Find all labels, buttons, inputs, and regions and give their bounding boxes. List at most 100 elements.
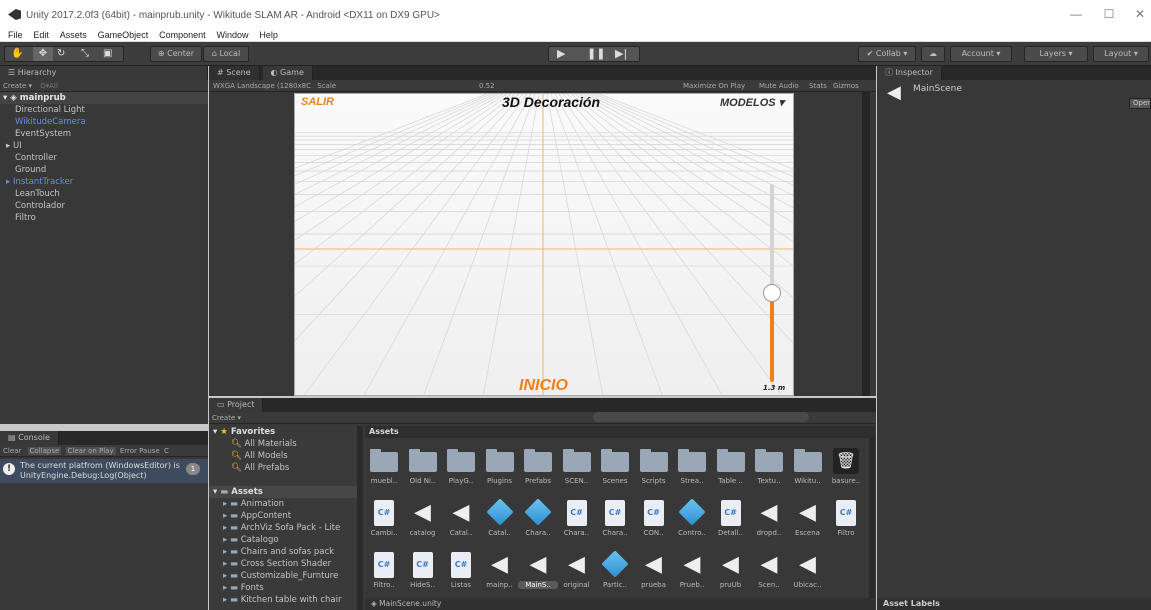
menu-component[interactable]: Component xyxy=(159,28,206,42)
rotate-tool-icon[interactable]: ↻ xyxy=(57,47,65,61)
scene-root[interactable]: ▾ ◈ mainprub xyxy=(0,92,208,104)
asset-label[interactable]: Plugins xyxy=(480,477,520,485)
asset-label[interactable]: mainp.. xyxy=(480,581,520,589)
game-scrollbar[interactable] xyxy=(862,92,870,396)
asset-label[interactable]: MainS.. xyxy=(518,581,558,589)
asset-label[interactable]: Old Ni.. xyxy=(403,477,443,485)
script-file-icon[interactable]: C# xyxy=(374,500,394,526)
script-file-icon[interactable]: C# xyxy=(451,552,471,578)
hierarchy-item[interactable]: Controlador xyxy=(0,200,208,212)
hierarchy-search-input[interactable]: Q▾All xyxy=(40,82,58,90)
console-clear-on-play-button[interactable]: Clear on Play xyxy=(65,447,116,455)
project-search-input[interactable] xyxy=(593,412,809,422)
folder-icon[interactable] xyxy=(793,449,822,472)
tab-hierarchy[interactable]: ☰ Hierarchy xyxy=(0,66,208,80)
unity-scene-icon[interactable]: ◀ xyxy=(756,500,782,526)
asset-label[interactable]: SCEN.. xyxy=(557,477,597,485)
asset-label[interactable]: Escena xyxy=(788,529,828,537)
asset-label[interactable]: Listas xyxy=(441,581,481,589)
asset-folder-item[interactable]: ▸ ▬ Catalogo xyxy=(209,534,357,546)
menu-edit[interactable]: Edit xyxy=(33,28,49,42)
asset-label[interactable]: Catal.. xyxy=(480,529,520,537)
folder-icon[interactable] xyxy=(639,449,668,472)
asset-label[interactable]: Scenes xyxy=(595,477,635,485)
script-file-icon[interactable]: C# xyxy=(374,552,394,578)
hierarchy-item[interactable]: Ground xyxy=(0,164,208,176)
asset-label[interactable]: Chara.. xyxy=(557,529,597,537)
script-file-icon[interactable]: C# xyxy=(412,552,433,578)
asset-label[interactable]: original xyxy=(557,581,597,589)
folder-icon[interactable] xyxy=(524,449,552,472)
pivot-center-button[interactable]: ⊕ Center xyxy=(150,46,202,62)
asset-label[interactable]: PlayG.. xyxy=(441,477,481,485)
asset-folder-item[interactable]: ▸ ▬ Kitchen table with chair xyxy=(209,594,357,606)
asset-label[interactable]: Scen.. xyxy=(749,581,789,589)
unity-scene-icon[interactable]: ◀ xyxy=(410,500,436,526)
height-slider[interactable] xyxy=(763,184,781,382)
asset-label[interactable]: catalog xyxy=(403,529,443,537)
asset-label[interactable]: Chara.. xyxy=(595,529,635,537)
asset-label[interactable]: CON.. xyxy=(634,529,674,537)
modelos-dropdown[interactable]: MODELOS ▾ xyxy=(720,96,784,109)
script-file-icon[interactable]: C# xyxy=(836,500,856,526)
mute-audio-button[interactable]: Mute Audio xyxy=(759,80,799,92)
unity-scene-icon[interactable]: ◀ xyxy=(679,552,705,578)
asset-folder-item[interactable]: ▸ ▬ Chairs and sofas pack xyxy=(209,546,357,558)
asset-folder-item[interactable]: ▸ ▬ AppContent xyxy=(209,510,357,522)
resolution-dropdown[interactable]: WXGA Landscape (1280x8C xyxy=(213,82,311,90)
prefab-cube-icon[interactable] xyxy=(678,498,706,526)
unity-scene-icon[interactable]: ◀ xyxy=(795,500,821,526)
gizmos-button[interactable]: Gizmos xyxy=(833,80,859,92)
asset-label[interactable]: Chara.. xyxy=(518,529,558,537)
asset-label[interactable]: Contro.. xyxy=(672,529,712,537)
folder-icon[interactable] xyxy=(755,449,783,472)
console-clear-button[interactable]: Clear xyxy=(3,447,21,455)
unity-scene-icon[interactable]: ◀ xyxy=(795,552,821,578)
folder-icon[interactable] xyxy=(716,449,745,472)
asset-label[interactable]: Detall.. xyxy=(711,529,751,537)
prefab-cube-icon[interactable] xyxy=(601,550,629,578)
folder-icon[interactable] xyxy=(485,449,514,472)
height-slider-handle[interactable] xyxy=(763,283,781,302)
tab-scene[interactable]: # Scene xyxy=(209,66,260,80)
console-log-entry[interactable]: ! The current platfrom (WindowsEditor) i… xyxy=(0,459,208,483)
asset-label[interactable]: Filtro.. xyxy=(364,581,404,589)
hierarchy-item[interactable]: Directional Light xyxy=(0,104,208,116)
hierarchy-create-button[interactable]: Create xyxy=(3,82,26,90)
unity-scene-icon[interactable]: ◀ xyxy=(564,552,590,578)
account-button[interactable]: Account ▾ xyxy=(950,46,1012,62)
tree-scrollbar[interactable] xyxy=(357,426,363,610)
script-file-icon[interactable]: C# xyxy=(720,500,741,526)
folder-icon[interactable] xyxy=(447,449,475,472)
asset-label[interactable]: Wikitu.. xyxy=(788,477,828,485)
open-button[interactable]: Open xyxy=(1129,98,1151,109)
prefab-cube-icon[interactable] xyxy=(524,498,552,526)
folder-icon[interactable] xyxy=(562,449,591,472)
game-viewport[interactable]: SALIR 3D Decoración MODELOS ▾ INICIO 1.3… xyxy=(294,93,794,396)
console-collapse-button[interactable]: Collapse xyxy=(27,447,62,455)
asset-folder-item[interactable]: ▸ ▬ ArchViz Sofa Pack - Lite xyxy=(209,522,357,534)
asset-label[interactable]: Textu.. xyxy=(749,477,789,485)
minimize-button[interactable]: — xyxy=(1066,6,1086,22)
layout-button[interactable]: Layout ▾ xyxy=(1093,46,1149,62)
asset-label[interactable]: Partic.. xyxy=(595,581,635,589)
unity-scene-icon[interactable]: ◀ xyxy=(525,552,551,578)
collab-button[interactable]: ✔ Collab ▾ xyxy=(858,46,916,62)
layers-button[interactable]: Layers ▾ xyxy=(1024,46,1088,62)
menu-gameobject[interactable]: GameObject xyxy=(98,28,149,42)
tab-console[interactable]: ▤ Console xyxy=(0,431,59,445)
step-icon[interactable]: ▶| xyxy=(615,47,627,61)
menu-help[interactable]: Help xyxy=(259,28,278,42)
salir-button[interactable]: SALIR xyxy=(301,96,334,108)
maximize-button[interactable]: ☐ xyxy=(1099,6,1119,22)
unity-scene-icon[interactable]: ◀ xyxy=(718,552,744,578)
favorite-item[interactable]: 🔍︎ All Materials xyxy=(209,438,357,450)
cloud-icon[interactable]: ☁ xyxy=(921,46,945,62)
unity-scene-icon[interactable]: ◀ xyxy=(756,552,782,578)
asset-label[interactable]: prueba xyxy=(634,581,674,589)
tab-inspector[interactable]: ⓘ Inspector xyxy=(877,66,942,80)
unity-scene-icon[interactable]: ◀ xyxy=(487,552,513,578)
folder-icon[interactable] xyxy=(370,449,398,472)
close-button[interactable]: ✕ xyxy=(1130,6,1150,22)
unity-scene-icon[interactable]: ◀ xyxy=(448,500,474,526)
